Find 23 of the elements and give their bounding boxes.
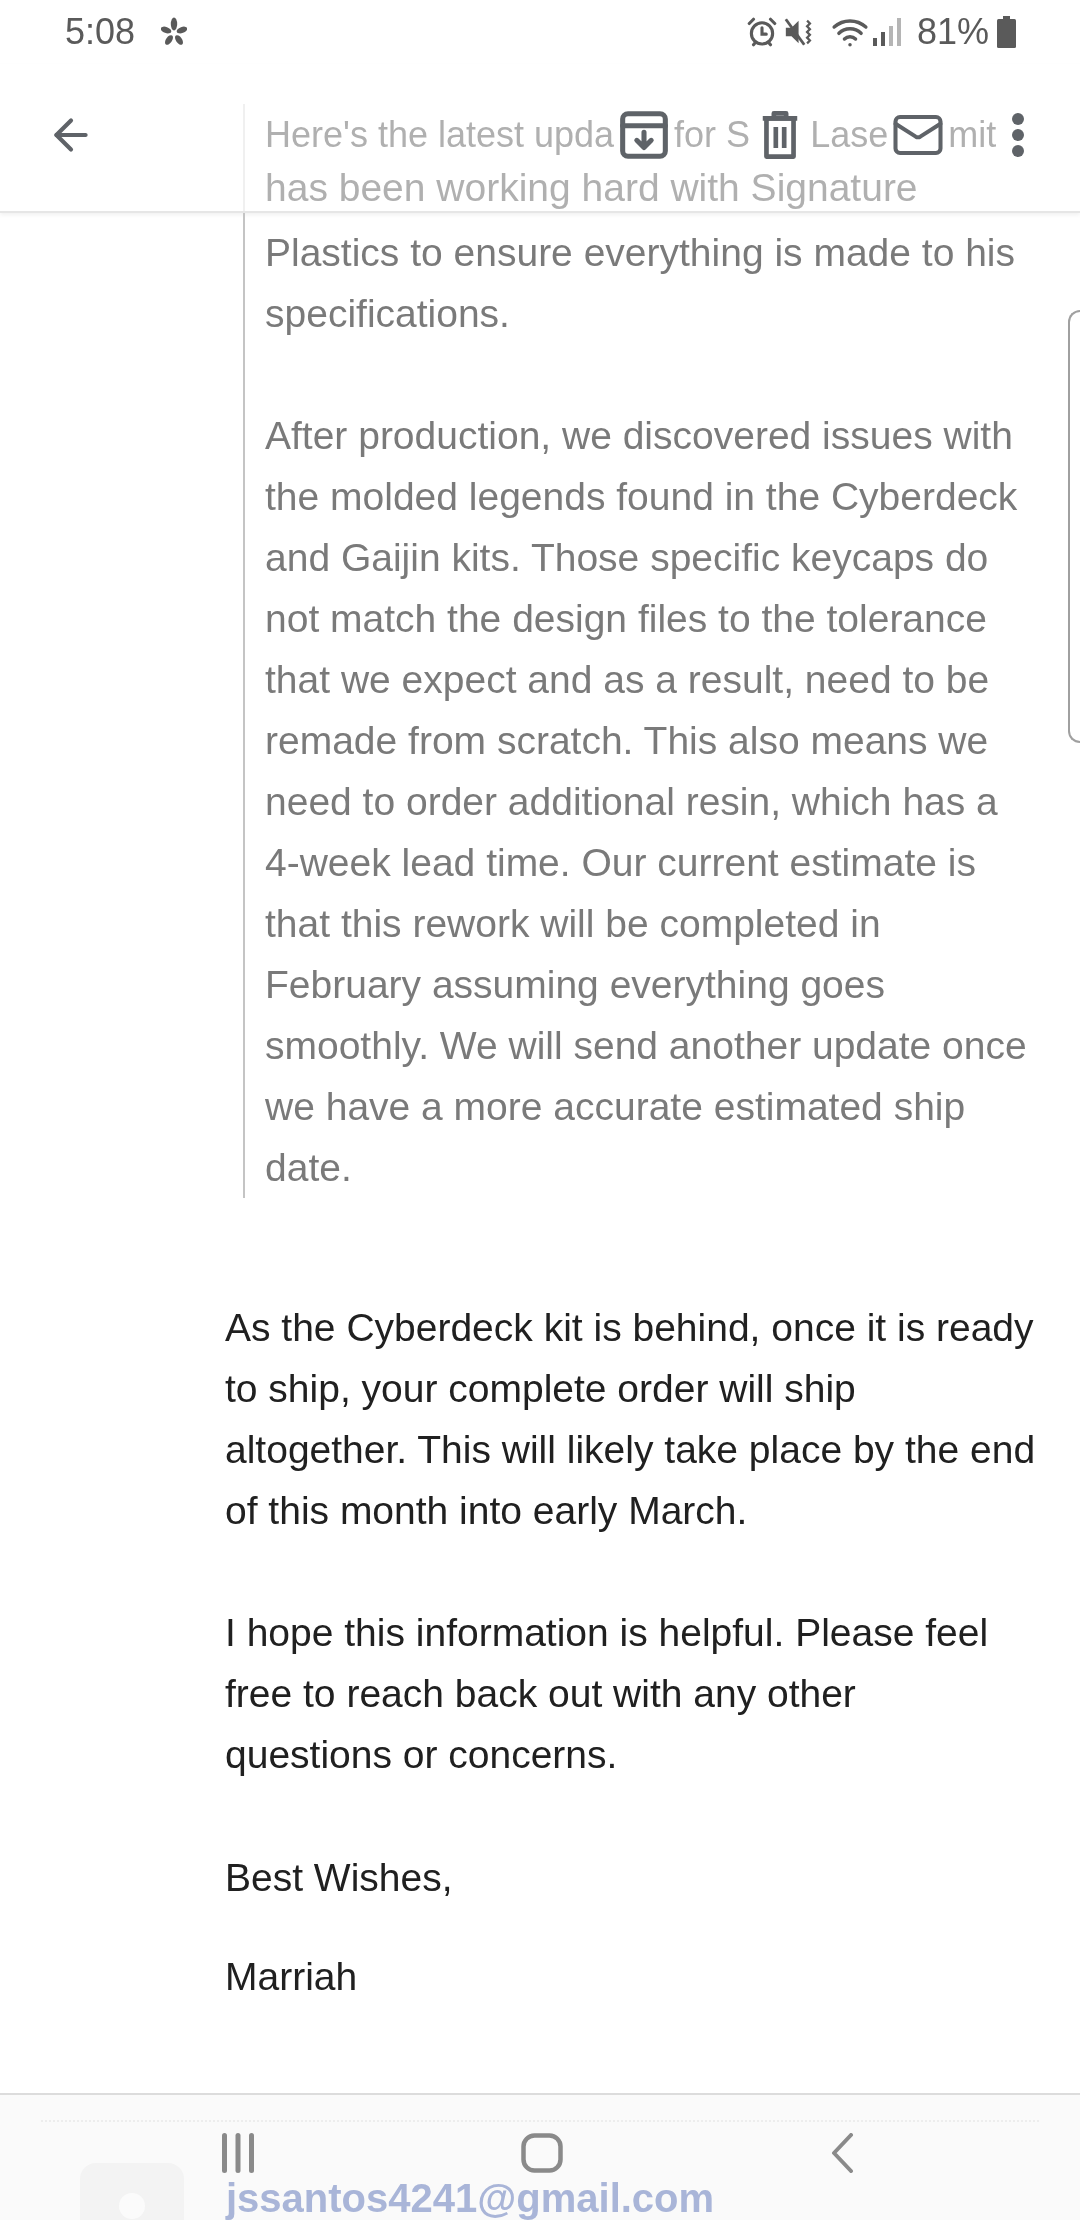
quoted-paragraph: After production, we discovered issues with the molded legends found in the Cyberdeck and Gaijin kits. Those specific keycaps do not match the design files to the tolerance that we expect and as a result, need to be remade from scratch. This also means we need to order additional resin, which has a 4-week lead time. Our current estimate is that this rework will be completed in February assuming everything goes smoothly. We will send another update once we have a more accurate estimated ship date. [265,413,1028,1191]
battery-percent: 81% [916,12,989,52]
archive-icon [620,110,669,159]
message-paragraph: I hope this information is helpful. Please feel free to reach back out with any other questions or concerns. [225,1610,990,1778]
signature-text: Marriah [225,1954,359,2000]
recent-apps-icon [220,2133,256,2173]
starburst-icon [161,17,188,47]
battery-icon [997,16,1016,48]
faded-quote-text: for S [674,113,751,157]
faded-sender-email: jssantos4241@gmail.com [226,2176,716,2220]
home-icon [521,2133,563,2173]
signal-icon [870,16,903,48]
scroll-handle[interactable] [1068,310,1080,743]
chevron-left-icon [831,2133,855,2173]
status-time: 5:08 [65,12,136,52]
faded-quote-text: has been working hard with Signature [265,165,919,211]
message-paragraph: As the Cyberdeck kit is behind, once it is ready to ship, your complete order will ship altogether. This will likely take place by the end of this month into early March. [225,1305,1037,1534]
faded-quote-text: Here's the latest upda [265,113,615,157]
faded-quote-text: mit [948,113,997,157]
closing-text: Best Wishes, [225,1855,454,1901]
more-options-icon [1011,111,1026,158]
quoted-paragraph: Plastics to ensure everything is made to his specifications. [265,230,1017,337]
faded-quote-text: Lase [810,113,889,157]
